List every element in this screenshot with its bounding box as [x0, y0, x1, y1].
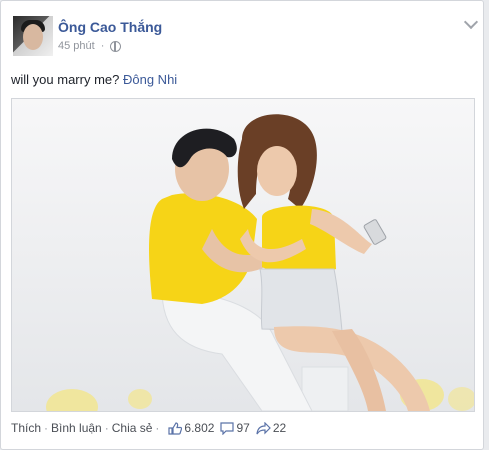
share-arrow-icon	[256, 421, 271, 434]
avatar[interactable]	[13, 16, 53, 56]
comments-count: 97	[236, 421, 250, 435]
separator-dot: ·	[104, 421, 109, 435]
like-link[interactable]: Thích	[11, 421, 41, 435]
post-meta: 45 phút ·	[58, 40, 122, 52]
couple-photo-illustration	[12, 99, 474, 411]
status-text: will you marry me? Đông Nhi	[11, 72, 177, 87]
chevron-down-icon[interactable]	[463, 14, 479, 30]
globe-icon[interactable]	[110, 40, 122, 52]
shares-count: 22	[272, 421, 287, 435]
comment-bubble-icon	[220, 421, 235, 435]
separator-dot: ·	[44, 421, 49, 435]
shares-counter[interactable]: 22	[256, 421, 286, 435]
post-card: Ông Cao Thắng 45 phút · will you marry m…	[0, 0, 484, 450]
separator-dot: ·	[100, 40, 105, 52]
thumbs-up-icon	[168, 421, 183, 435]
likes-count: 6.802	[184, 421, 215, 435]
status-message: will you marry me?	[11, 72, 120, 87]
comments-counter[interactable]: 97	[220, 421, 250, 435]
post-photo[interactable]	[11, 98, 475, 412]
comment-link[interactable]: Bình luận	[51, 421, 102, 435]
likes-counter[interactable]: 6.802	[168, 421, 214, 435]
timestamp[interactable]: 45 phút	[58, 40, 95, 52]
share-link[interactable]: Chia sẻ	[112, 421, 153, 435]
separator-dot: ·	[155, 421, 160, 435]
post-actions: Thích · Bình luận · Chia sẻ · 6.802 97 2…	[11, 421, 286, 435]
tagged-person[interactable]: Đông Nhi	[123, 72, 177, 87]
author-name[interactable]: Ông Cao Thắng	[58, 19, 162, 35]
